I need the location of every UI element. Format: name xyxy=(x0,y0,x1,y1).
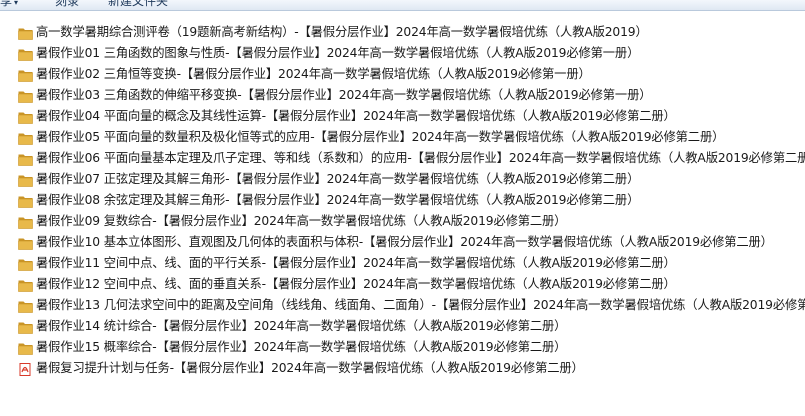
folder-icon xyxy=(18,194,33,208)
folder-icon xyxy=(18,341,33,355)
file-list: 高一数学暑期综合测评卷（19题新高考新结构）-【暑假分层作业】2024年高一数学… xyxy=(0,22,805,379)
file-row[interactable]: 暑假复习提升计划与任务-【暑假分层作业】2024年高一数学暑假培优练（人教A版2… xyxy=(0,358,805,379)
folder-icon xyxy=(18,26,33,40)
folder-row[interactable]: 暑假作业01 三角函数的图象与性质-【暑假分层作业】2024年高一数学暑假培优练… xyxy=(0,43,805,64)
folder-row[interactable]: 暑假作业09 复数综合-【暑假分层作业】2024年高一数学暑假培优练（人教A版2… xyxy=(0,211,805,232)
folder-icon xyxy=(18,236,33,250)
new-folder-button[interactable]: 新建文件夹 xyxy=(108,0,168,9)
item-name: 暑假作业11 空间中点、线、面的平行关系-【暑假分层作业】2024年高一数学暑假… xyxy=(36,256,676,270)
folder-icon xyxy=(18,68,33,82)
folder-icon xyxy=(18,299,33,313)
item-name: 暑假作业10 基本立体图形、直观图及几何体的表面积与体积-【暑假分层作业】202… xyxy=(36,235,773,249)
item-name: 暑假作业12 空间中点、线、面的垂直关系-【暑假分层作业】2024年高一数学暑假… xyxy=(36,277,676,291)
item-name: 暑假作业06 平面向量基本定理及爪子定理、等和线（系数和）的应用-【暑假分层作业… xyxy=(36,151,805,165)
folder-row[interactable]: 暑假作业02 三角恒等变换-【暑假分层作业】2024年高一数学暑假培优练（人教A… xyxy=(0,64,805,85)
folder-icon xyxy=(18,173,33,187)
folder-row[interactable]: 暑假作业11 空间中点、线、面的平行关系-【暑假分层作业】2024年高一数学暑假… xyxy=(0,253,805,274)
folder-icon xyxy=(18,278,33,292)
pdf-file-icon xyxy=(18,362,33,376)
folder-icon xyxy=(18,152,33,166)
folder-row[interactable]: 暑假作业07 正弦定理及其解三角形-【暑假分层作业】2024年高一数学暑假培优练… xyxy=(0,169,805,190)
folder-row[interactable]: 暑假作业08 余弦定理及其解三角形-【暑假分层作业】2024年高一数学暑假培优练… xyxy=(0,190,805,211)
item-name: 暑假作业13 几何法求空间中的距离及空间角（线线角、线面角、二面角）-【暑假分层… xyxy=(36,298,805,312)
folder-row[interactable]: 暑假作业15 概率综合-【暑假分层作业】2024年高一数学暑假培优练（人教A版2… xyxy=(0,337,805,358)
toolbar: 享 ▾ 刻录 新建文件夹 xyxy=(0,0,805,11)
folder-row[interactable]: 暑假作业12 空间中点、线、面的垂直关系-【暑假分层作业】2024年高一数学暑假… xyxy=(0,274,805,295)
folder-row[interactable]: 暑假作业14 统计综合-【暑假分层作业】2024年高一数学暑假培优练（人教A版2… xyxy=(0,316,805,337)
folder-row[interactable]: 暑假作业13 几何法求空间中的距离及空间角（线线角、线面角、二面角）-【暑假分层… xyxy=(0,295,805,316)
item-name: 暑假作业05 平面向量的数量积及极化恒等式的应用-【暑假分层作业】2024年高一… xyxy=(36,130,725,144)
item-name: 暑假作业04 平面向量的概念及其线性运算-【暑假分层作业】2024年高一数学暑假… xyxy=(36,109,676,123)
item-name: 暑假作业02 三角恒等变换-【暑假分层作业】2024年高一数学暑假培优练（人教A… xyxy=(36,67,591,81)
share-menu-button[interactable]: 享 ▾ xyxy=(0,0,18,9)
item-name: 暑假作业14 统计综合-【暑假分层作业】2024年高一数学暑假培优练（人教A版2… xyxy=(36,319,567,333)
item-name: 暑假作业08 余弦定理及其解三角形-【暑假分层作业】2024年高一数学暑假培优练… xyxy=(36,193,640,207)
folder-row[interactable]: 高一数学暑期综合测评卷（19题新高考新结构）-【暑假分层作业】2024年高一数学… xyxy=(0,22,805,43)
folder-row[interactable]: 暑假作业03 三角函数的伸缩平移变换-【暑假分层作业】2024年高一数学暑假培优… xyxy=(0,85,805,106)
item-name: 暑假作业09 复数综合-【暑假分层作业】2024年高一数学暑假培优练（人教A版2… xyxy=(36,214,567,228)
item-name: 暑假复习提升计划与任务-【暑假分层作业】2024年高一数学暑假培优练（人教A版2… xyxy=(36,361,584,375)
folder-icon xyxy=(18,257,33,271)
folder-icon xyxy=(18,47,33,61)
item-name: 高一数学暑期综合测评卷（19题新高考新结构）-【暑假分层作业】2024年高一数学… xyxy=(36,25,648,39)
folder-row[interactable]: 暑假作业10 基本立体图形、直观图及几何体的表面积与体积-【暑假分层作业】202… xyxy=(0,232,805,253)
folder-row[interactable]: 暑假作业05 平面向量的数量积及极化恒等式的应用-【暑假分层作业】2024年高一… xyxy=(0,127,805,148)
item-name: 暑假作业15 概率综合-【暑假分层作业】2024年高一数学暑假培优练（人教A版2… xyxy=(36,340,567,354)
folder-icon xyxy=(18,131,33,145)
item-name: 暑假作业07 正弦定理及其解三角形-【暑假分层作业】2024年高一数学暑假培优练… xyxy=(36,172,640,186)
folder-row[interactable]: 暑假作业04 平面向量的概念及其线性运算-【暑假分层作业】2024年高一数学暑假… xyxy=(0,106,805,127)
item-name: 暑假作业03 三角函数的伸缩平移变换-【暑假分层作业】2024年高一数学暑假培优… xyxy=(36,88,652,102)
folder-row[interactable]: 暑假作业06 平面向量基本定理及爪子定理、等和线（系数和）的应用-【暑假分层作业… xyxy=(0,148,805,169)
folder-icon xyxy=(18,215,33,229)
share-label: 享 xyxy=(0,0,13,8)
folder-icon xyxy=(18,110,33,124)
chevron-down-icon: ▾ xyxy=(14,0,19,7)
item-name: 暑假作业01 三角函数的图象与性质-【暑假分层作业】2024年高一数学暑假培优练… xyxy=(36,46,640,60)
folder-icon xyxy=(18,89,33,103)
folder-icon xyxy=(18,320,33,334)
burn-button[interactable]: 刻录 xyxy=(55,0,79,9)
